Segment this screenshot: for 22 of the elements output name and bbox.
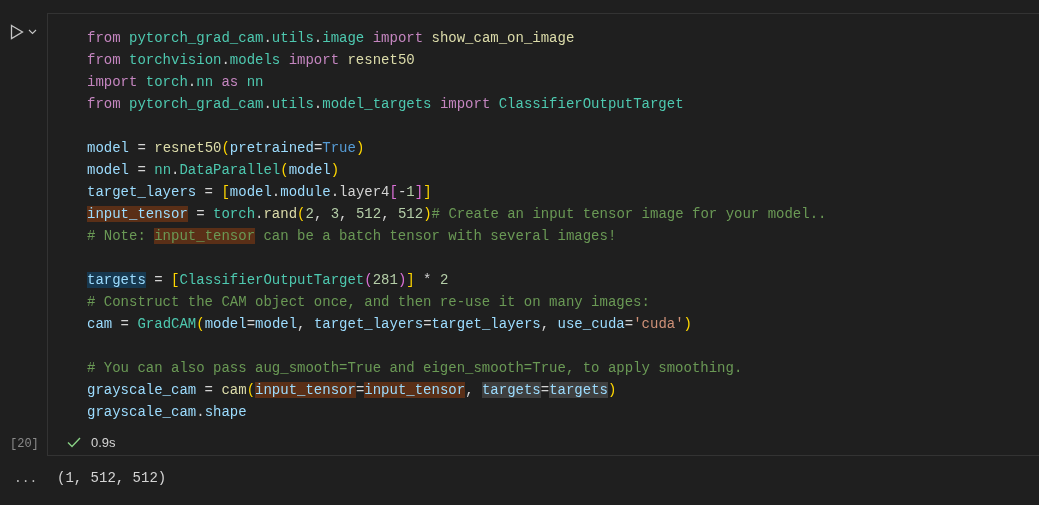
code-line: from torchvision.models import resnet50: [87, 51, 415, 70]
code-line: from pytorch_grad_cam.utils.model_targets import ClassifierOutputTarget: [87, 95, 684, 114]
code-line: # Construct the CAM object once, and then re-use it on many images:: [87, 293, 650, 312]
output-text: (1, 512, 512): [57, 470, 167, 486]
code-line: # Note: input_tensor can be a batch tensor with several images!: [87, 227, 617, 246]
run-icon[interactable]: [10, 24, 24, 40]
code-line: cam = GradCAM(model=model, target_layers=target_layers, use_cuda='cuda'): [87, 315, 692, 334]
code-line: import torch.nn as nn: [87, 73, 264, 92]
code-line: # You can also pass aug_smooth=True and eigen_smooth=True, to apply smoothing.: [87, 359, 743, 378]
code-line: target_layers = [model.module.layer4[-1]]: [87, 183, 432, 202]
code-line: targets = [ClassifierOutputTarget(281)] * 2: [87, 271, 449, 290]
execution-time: 0.9s: [91, 435, 116, 450]
output-more-button[interactable]: ...: [14, 470, 57, 486]
code-line: grayscale_cam = cam(input_tensor=input_tensor, targets=targets): [87, 381, 617, 400]
chevron-down-icon[interactable]: [28, 29, 37, 35]
code-line: input_tensor = torch.rand(2, 3, 512, 512)# Create an input tensor image for your model..: [87, 205, 827, 224]
code-line: from pytorch_grad_cam.utils.image import show_cam_on_image: [87, 29, 575, 48]
code-line: grayscale_cam.shape: [87, 403, 247, 422]
code-cell[interactable]: [47, 13, 1039, 456]
code-line: model = resnet50(pretrained=True): [87, 139, 365, 158]
execution-count: [20]: [9, 437, 40, 453]
code-line: model = nn.DataParallel(model): [87, 161, 340, 180]
